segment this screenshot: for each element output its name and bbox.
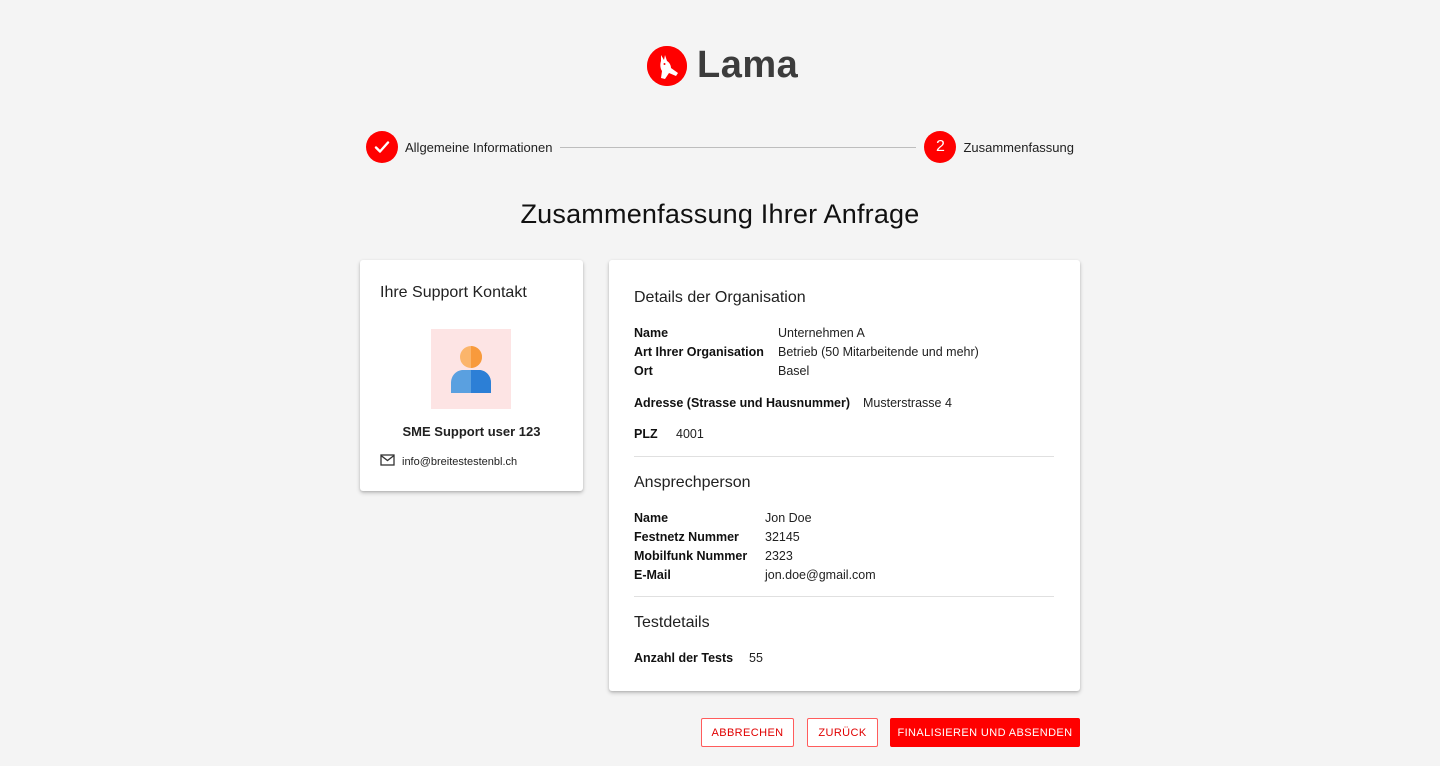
llama-logo-icon (647, 45, 687, 86)
field-label: E-Mail (634, 567, 671, 582)
field-label: Adresse (Strasse und Hausnummer) (634, 395, 851, 410)
field-value: 2323 (765, 548, 793, 563)
step-summary[interactable]: 2 Zusammenfassung (924, 131, 1074, 163)
cancel-button[interactable]: ABBRECHEN (701, 718, 794, 747)
org-name-row: Name Unternehmen A (634, 323, 865, 342)
contact-card-title: Ihre Support Kontakt (380, 284, 527, 301)
step-number: 2 (924, 131, 957, 163)
field-label: Art Ihrer Organisation (634, 344, 764, 359)
person-email-row: E-Mail jon.doe@gmail.com (634, 565, 876, 584)
contact-email-text: info@breitestestenbl.ch (402, 455, 518, 468)
field-value: 55 (749, 650, 763, 665)
org-zip-row: PLZ 4001 (634, 424, 704, 443)
submit-button[interactable]: FINALISIEREN UND ABSENDEN (890, 718, 1080, 747)
field-value: 32145 (765, 529, 800, 544)
section-divider (634, 456, 1054, 457)
app-name: Lama (697, 44, 799, 86)
field-label: Mobilfunk Nummer (634, 548, 748, 563)
org-address-row: Adresse (Strasse und Hausnummer) Musters… (634, 393, 952, 412)
field-value: 4001 (676, 426, 704, 441)
person-name-row: Name Jon Doe (634, 508, 812, 527)
field-label: Festnetz Nummer (634, 529, 739, 544)
field-value: jon.doe@gmail.com (765, 567, 876, 582)
field-label: PLZ (634, 426, 658, 441)
field-value: Basel (778, 363, 810, 378)
person-phone-row: Festnetz Nummer 32145 (634, 527, 800, 546)
field-value: Jon Doe (765, 510, 812, 525)
mail-icon (380, 454, 395, 469)
person-mobile-row: Mobilfunk Nummer 2323 (634, 546, 793, 565)
contact-name: SME Support user 123 (402, 424, 541, 439)
field-value: Unternehmen A (778, 325, 865, 340)
test-count-row: Anzahl der Tests 55 (634, 648, 763, 667)
page-title: Zusammenfassung Ihrer Anfrage (520, 199, 920, 229)
app-logo: Lama (647, 44, 798, 87)
field-value: Betrieb (50 Mitarbeitende und mehr) (778, 344, 979, 359)
user-avatar-icon (431, 329, 511, 409)
organisation-section-title: Details der Organisation (634, 289, 806, 306)
field-label: Ort (634, 363, 653, 378)
field-label: Anzahl der Tests (634, 650, 734, 665)
org-city-row: Ort Basel (634, 361, 809, 380)
step-label: Zusammenfassung (963, 139, 1074, 155)
step-general-info[interactable]: Allgemeine Informationen (366, 131, 552, 163)
request-details-card: Details der Organisation Name Unternehme… (609, 260, 1080, 691)
section-divider (634, 596, 1054, 597)
support-contact-card: Ihre Support Kontakt SME Support user 12… (360, 260, 583, 491)
stepper: Allgemeine Informationen 2 Zusammenfassu… (366, 131, 1074, 163)
contact-email[interactable]: info@breitestestenbl.ch (380, 454, 517, 469)
contact-person-section-title: Ansprechperson (634, 474, 751, 491)
org-type-row: Art Ihrer Organisation Betrieb (50 Mitar… (634, 342, 979, 361)
field-value: Musterstrasse 4 (863, 395, 952, 410)
field-label: Name (634, 510, 669, 525)
stepper-connector (560, 146, 917, 148)
check-icon (366, 131, 398, 163)
step-label: Allgemeine Informationen (405, 139, 553, 155)
test-details-section-title: Testdetails (634, 614, 710, 631)
field-label: Name (634, 325, 669, 340)
back-button[interactable]: ZURÜCK (807, 718, 878, 747)
